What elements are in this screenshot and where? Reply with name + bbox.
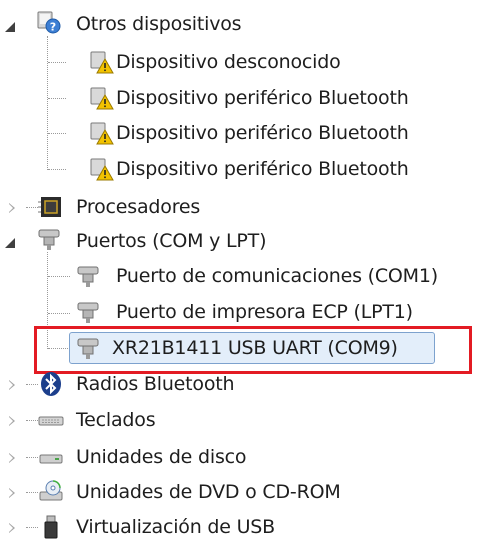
tree-item-label: Puerto de impresora ECP (LPT1) <box>116 301 413 323</box>
expand-toggle-dvd[interactable] <box>6 487 18 499</box>
warning-device-icon <box>90 87 114 110</box>
tree-line <box>26 384 38 385</box>
processor-icon <box>38 197 61 217</box>
warning-device-icon <box>90 51 114 74</box>
expand-toggle-teclados[interactable] <box>6 415 18 427</box>
tree-item-bluetooth-peripheral-3[interactable]: Dispositivo periférico Bluetooth <box>116 151 409 187</box>
tree-line <box>48 276 70 277</box>
device-tree: ? Otros dispositivos Dispositivo descono… <box>0 0 490 542</box>
tree-line <box>48 169 66 170</box>
expand-toggle-procesadores[interactable] <box>6 202 18 214</box>
tree-item-label: Radios Bluetooth <box>76 373 235 395</box>
tree-item-bluetooth-peripheral-1[interactable]: Dispositivo periférico Bluetooth <box>116 80 409 116</box>
tree-item-label: Dispositivo desconocido <box>116 51 341 73</box>
tree-line <box>26 207 38 208</box>
tree-item-label: Dispositivo periférico Bluetooth <box>116 122 409 144</box>
tree-item-radios-bluetooth[interactable]: Radios Bluetooth <box>76 366 235 402</box>
tree-item-label: Unidades de disco <box>76 446 247 468</box>
tree-item-teclados[interactable]: Teclados <box>76 402 156 438</box>
tree-item-unidades-disco[interactable]: Unidades de disco <box>76 439 247 475</box>
tree-line <box>48 133 66 134</box>
warning-device-icon <box>90 122 114 145</box>
tree-line <box>26 527 38 528</box>
warning-device-icon <box>90 158 114 181</box>
tree-item-label: Otros dispositivos <box>76 13 242 35</box>
tree-item-puertos[interactable]: Puertos (COM y LPT) <box>76 223 266 259</box>
expand-toggle-usb[interactable] <box>6 522 18 534</box>
tree-item-label: Puerto de comunicaciones (COM1) <box>116 265 438 287</box>
tree-line <box>47 36 48 170</box>
tree-line <box>48 62 66 63</box>
tree-item-otros-dispositivos[interactable]: Otros dispositivos <box>76 6 242 42</box>
tree-line <box>26 420 38 421</box>
tree-item-virtualizacion-usb[interactable]: Virtualización de USB <box>76 509 275 545</box>
bluetooth-icon <box>41 372 61 396</box>
tree-line <box>26 457 38 458</box>
tree-item-bluetooth-peripheral-2[interactable]: Dispositivo periférico Bluetooth <box>116 115 409 151</box>
tree-item-label: Unidades de DVD o CD-ROM <box>76 481 341 503</box>
tree-item-label: Dispositivo periférico Bluetooth <box>116 87 409 109</box>
unknown-device-icon: ? <box>37 11 61 34</box>
tree-item-label: Teclados <box>76 409 156 431</box>
tree-item-label: Procesadores <box>76 196 201 218</box>
tree-line <box>48 98 66 99</box>
tree-item-label: Virtualización de USB <box>76 516 276 538</box>
expand-toggle-puertos[interactable] <box>4 236 16 248</box>
tree-item-unidades-dvd[interactable]: Unidades de DVD o CD-ROM <box>76 474 341 510</box>
usb-icon <box>44 515 58 539</box>
tree-item-procesadores[interactable]: Procesadores <box>76 189 200 225</box>
disk-drive-icon <box>39 454 63 464</box>
port-icon <box>77 302 99 323</box>
expand-toggle-discos[interactable] <box>6 452 18 464</box>
port-icon <box>77 266 99 287</box>
tree-item-puerto-lpt1[interactable]: Puerto de impresora ECP (LPT1) <box>116 294 413 330</box>
port-icon <box>38 229 60 250</box>
expand-toggle-radios[interactable] <box>6 379 18 391</box>
tree-item-puerto-com1[interactable]: Puerto de comunicaciones (COM1) <box>116 258 438 294</box>
tree-item-label: Puertos (COM y LPT) <box>76 230 267 252</box>
svg-text:?: ? <box>50 21 56 34</box>
tree-item-dispositivo-desconocido[interactable]: Dispositivo desconocido <box>116 44 341 80</box>
dvd-drive-icon <box>39 480 63 501</box>
tree-line <box>26 492 38 493</box>
keyboard-icon <box>38 416 64 426</box>
tree-line <box>48 313 70 314</box>
tree-item-label: Dispositivo periférico Bluetooth <box>116 158 409 180</box>
expand-toggle-otros[interactable] <box>4 20 16 32</box>
